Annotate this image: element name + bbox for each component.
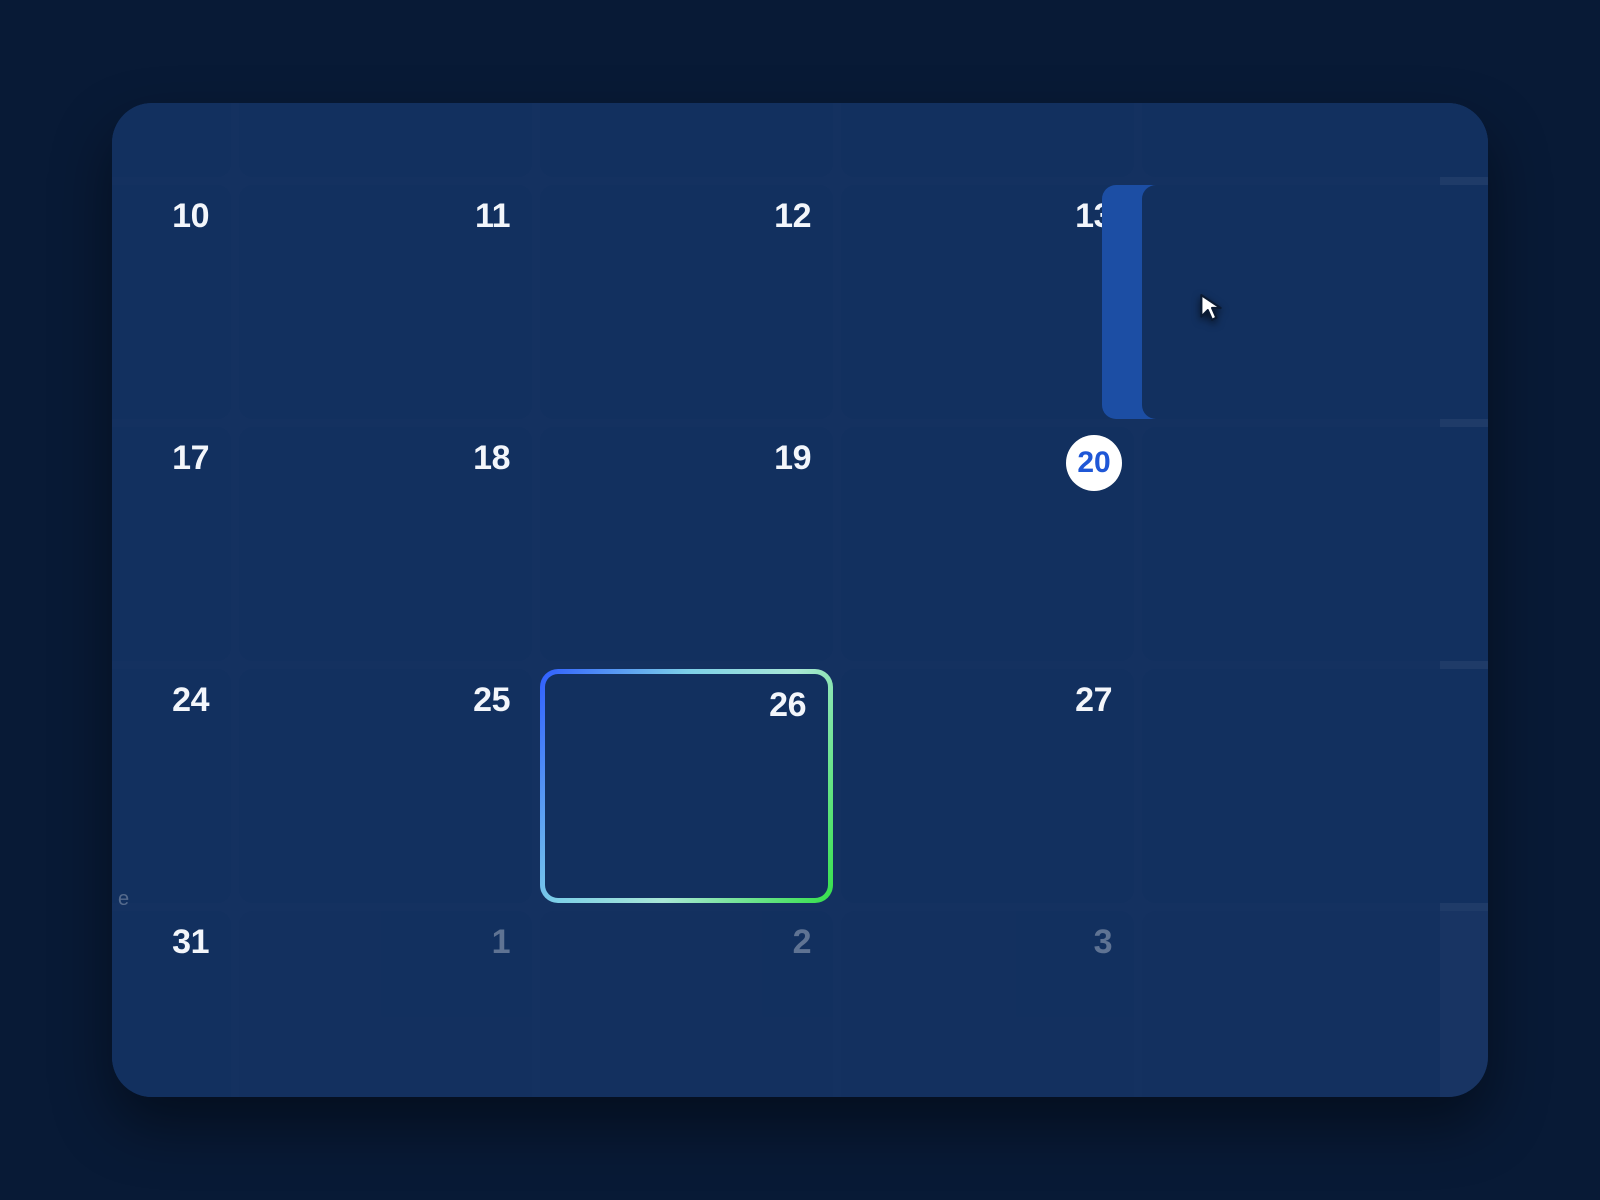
calendar-cell[interactable]: 24 xyxy=(112,669,231,903)
day-number: 18 xyxy=(473,439,510,478)
calendar-cell[interactable]: 19 xyxy=(540,427,833,661)
calendar-cell[interactable]: 4 xyxy=(1142,911,1488,1097)
calendar-cell[interactable]: 3 xyxy=(841,911,1134,1097)
day-number: 19 xyxy=(774,439,811,478)
day-number: 31 xyxy=(172,923,209,962)
partial-label: e xyxy=(118,888,129,911)
calendar-cell[interactable]: 10 xyxy=(112,185,231,419)
day-number: 25 xyxy=(473,681,510,720)
calendar-cell[interactable] xyxy=(239,103,532,177)
calendar-cell[interactable]: 18 xyxy=(239,427,532,661)
day-number: 11 xyxy=(475,197,510,236)
day-number: 17 xyxy=(172,439,209,478)
calendar-cell[interactable]: 12 xyxy=(540,185,833,419)
calendar-cell[interactable]: 1 xyxy=(239,911,532,1097)
day-number: 2 xyxy=(793,923,811,962)
calendar-grid: 101112131417181920212425262728311234 xyxy=(112,103,1488,1097)
calendar-cell[interactable]: 21 xyxy=(1142,427,1488,661)
today-badge[interactable]: 20 xyxy=(1066,435,1122,491)
day-number: 10 xyxy=(172,197,209,236)
calendar-cell[interactable]: 25 xyxy=(239,669,532,903)
today-number: 20 xyxy=(1077,446,1110,480)
calendar-cell[interactable]: 26 xyxy=(540,669,833,903)
calendar-card: 101112131417181920212425262728311234 e xyxy=(112,103,1488,1097)
day-number: 26 xyxy=(769,686,806,725)
calendar-cell[interactable]: 2 xyxy=(540,911,833,1097)
calendar-cell[interactable] xyxy=(112,103,231,177)
day-number: 3 xyxy=(1094,923,1112,962)
calendar-cell[interactable]: 13 xyxy=(841,185,1134,419)
day-number: 12 xyxy=(774,197,811,236)
day-number: 24 xyxy=(172,681,209,720)
day-number: 1 xyxy=(492,923,510,962)
cursor-icon xyxy=(1198,293,1224,323)
calendar-cell[interactable]: 31 xyxy=(112,911,231,1097)
calendar-cell[interactable]: 11 xyxy=(239,185,532,419)
day-number: 27 xyxy=(1075,681,1112,720)
calendar-cell[interactable] xyxy=(540,103,833,177)
calendar-cell[interactable] xyxy=(841,103,1134,177)
calendar-cell[interactable]: 20 xyxy=(841,427,1134,661)
calendar-cell[interactable]: 14 xyxy=(1142,185,1488,419)
calendar-cell[interactable]: 17 xyxy=(112,427,231,661)
calendar-cell[interactable]: 28 xyxy=(1142,669,1488,903)
calendar-cell[interactable] xyxy=(1142,103,1488,177)
calendar-cell[interactable]: 27 xyxy=(841,669,1134,903)
